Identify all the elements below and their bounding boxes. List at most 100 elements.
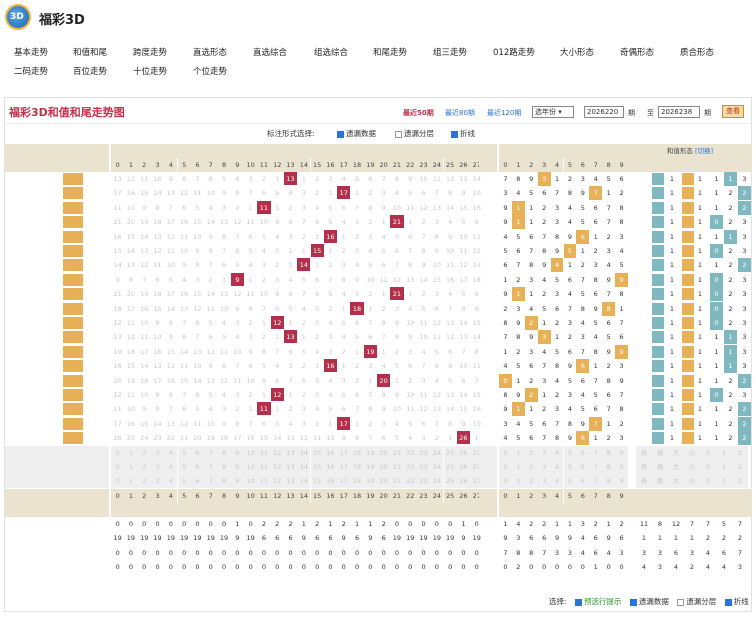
preview-shape-cell[interactable]: 大 xyxy=(668,445,684,460)
preview-sum-cell[interactable]: 8 xyxy=(217,445,231,460)
preview-sum-cell[interactable]: 21 xyxy=(390,460,404,474)
preview-sum-cell[interactable]: 2 xyxy=(137,460,151,474)
preview-sum-cell[interactable]: 12 xyxy=(270,474,284,489)
preview-tail-cell[interactable]: 5 xyxy=(563,460,577,474)
preview-shape-cell[interactable]: 奇 xyxy=(636,474,652,489)
nav-item-13[interactable]: 百位走势 xyxy=(73,65,107,77)
preview-sum-cell[interactable]: 14 xyxy=(297,445,311,460)
preview-sum-cell[interactable]: 2 xyxy=(137,474,151,489)
preview-sum-cell[interactable]: 5 xyxy=(177,445,191,460)
preview-sum-cell[interactable]: 9 xyxy=(230,445,244,460)
preview-sum-cell[interactable]: 19 xyxy=(363,445,377,460)
preview-shape-cell[interactable]: 0 xyxy=(700,460,716,474)
preview-sum-cell[interactable]: 14 xyxy=(297,474,311,489)
preview-sum-cell[interactable]: 6 xyxy=(190,445,205,460)
nav-item-4[interactable]: 直选综合 xyxy=(253,46,287,58)
footer-option-line[interactable]: 折线 xyxy=(734,597,749,606)
preview-sum-cell[interactable]: 17 xyxy=(337,460,351,474)
preview-shape-cell[interactable]: 小 xyxy=(684,445,700,460)
preview-row-label[interactable] xyxy=(5,474,109,489)
preview-sum-cell[interactable]: 8 xyxy=(217,474,231,489)
preview-sum-cell[interactable]: 5 xyxy=(177,460,191,474)
preview-row-label[interactable] xyxy=(5,445,109,460)
to-issue-input[interactable]: 2026238 xyxy=(658,106,700,118)
preview-shape-cell[interactable]: 1 xyxy=(716,460,732,474)
preview-tail-cell[interactable]: 1 xyxy=(511,445,525,460)
preview-shape-cell[interactable]: 0 xyxy=(700,445,716,460)
preview-shape-cell[interactable]: 2 xyxy=(732,460,748,474)
preview-sum-cell[interactable]: 25 xyxy=(443,474,457,489)
preview-sum-cell[interactable]: 3 xyxy=(150,460,165,474)
year-select[interactable]: 选年份 ▾ xyxy=(532,106,574,118)
nav-item-10[interactable]: 奇偶形态 xyxy=(620,46,654,58)
preview-tail-cell[interactable]: 2 xyxy=(524,445,538,460)
nav-item-11[interactable]: 质合形态 xyxy=(680,46,714,58)
preview-shape-cell[interactable]: 1 xyxy=(716,445,732,460)
preview-shape-cell[interactable]: 小 xyxy=(684,460,700,474)
recent-80-link[interactable]: 最近80期 xyxy=(445,108,475,118)
preview-sum-cell[interactable]: 15 xyxy=(310,474,324,489)
preview-sum-cell[interactable]: 19 xyxy=(363,460,377,474)
preview-shape-cell[interactable]: 奇 xyxy=(636,445,652,460)
preview-sum-cell[interactable]: 3 xyxy=(150,474,165,489)
preview-sum-cell[interactable]: 14 xyxy=(297,460,311,474)
preview-sum-cell[interactable]: 3 xyxy=(150,445,165,460)
preview-sum-cell[interactable]: 15 xyxy=(310,460,324,474)
preview-shape-cell[interactable]: 奇 xyxy=(636,460,652,474)
preview-sum-cell[interactable]: 10 xyxy=(244,460,258,474)
preview-shape-cell[interactable]: 1 xyxy=(716,474,732,489)
preview-tail-cell[interactable]: 0 xyxy=(499,445,512,460)
preview-sum-cell[interactable]: 19 xyxy=(363,474,377,489)
checkbox-empty-icon[interactable] xyxy=(395,130,402,138)
preview-sum-cell[interactable]: 23 xyxy=(416,460,431,474)
preview-tail-cell[interactable]: 4 xyxy=(550,460,564,474)
preview-tail-cell[interactable]: 0 xyxy=(499,460,512,474)
preview-sum-cell[interactable]: 13 xyxy=(283,460,298,474)
nav-item-15[interactable]: 个位走势 xyxy=(193,65,227,77)
preview-tail-cell[interactable]: 9 xyxy=(615,474,628,489)
preview-sum-cell[interactable]: 7 xyxy=(204,445,218,460)
preview-sum-cell[interactable]: 15 xyxy=(310,445,324,460)
preview-tail-cell[interactable]: 3 xyxy=(537,460,551,474)
preview-tail-cell[interactable]: 2 xyxy=(524,460,538,474)
preview-sum-cell[interactable]: 6 xyxy=(190,474,205,489)
preview-tail-cell[interactable]: 5 xyxy=(563,474,577,489)
recent-50-link[interactable]: 最近50期 xyxy=(403,108,434,118)
preview-sum-cell[interactable]: 26 xyxy=(456,445,471,460)
preview-sum-cell[interactable]: 24 xyxy=(430,460,444,474)
checkbox-checked-icon[interactable] xyxy=(724,598,732,606)
preview-tail-cell[interactable]: 1 xyxy=(511,460,525,474)
preview-sum-cell[interactable]: 11 xyxy=(257,474,271,489)
preview-sum-cell[interactable]: 21 xyxy=(390,474,404,489)
preview-sum-cell[interactable]: 6 xyxy=(190,460,205,474)
preview-sum-cell[interactable]: 4 xyxy=(164,474,178,489)
preview-tail-cell[interactable]: 9 xyxy=(615,460,628,474)
preview-sum-cell[interactable]: 5 xyxy=(177,474,191,489)
preview-tail-cell[interactable]: 9 xyxy=(615,445,628,460)
option-missing-data[interactable]: 遗漏数据 xyxy=(331,128,376,139)
preview-sum-cell[interactable]: 22 xyxy=(403,460,417,474)
preview-tail-cell[interactable]: 8 xyxy=(602,460,616,474)
footer-option-layer[interactable]: 遗漏分层 xyxy=(686,597,716,606)
preview-shape-cell[interactable]: 大 xyxy=(668,474,684,489)
preview-shape-cell[interactable]: 0 xyxy=(700,474,716,489)
preview-sum-cell[interactable]: 21 xyxy=(390,445,404,460)
preview-sum-cell[interactable]: 11 xyxy=(257,445,271,460)
preview-sum-cell[interactable]: 10 xyxy=(244,445,258,460)
preview-sum-cell[interactable]: 20 xyxy=(377,460,391,474)
preview-tail-cell[interactable]: 7 xyxy=(589,445,603,460)
preview-sum-cell[interactable]: 16 xyxy=(323,445,338,460)
preview-tail-cell[interactable]: 8 xyxy=(602,474,616,489)
preview-sum-cell[interactable]: 1 xyxy=(124,445,138,460)
nav-item-1[interactable]: 和值和尾 xyxy=(73,46,107,58)
nav-item-2[interactable]: 跨度走势 xyxy=(133,46,167,58)
preview-sum-cell[interactable]: 26 xyxy=(456,474,471,489)
query-button[interactable]: 查看 xyxy=(722,105,744,118)
preview-sum-cell[interactable]: 0 xyxy=(111,445,125,460)
preview-sum-cell[interactable]: 0 xyxy=(111,460,125,474)
nav-item-6[interactable]: 和尾走势 xyxy=(373,46,407,58)
preview-sum-cell[interactable]: 9 xyxy=(230,474,244,489)
recent-120-link[interactable]: 最近120期 xyxy=(487,108,521,118)
preview-shape-cell[interactable]: 大 xyxy=(668,460,684,474)
preview-sum-cell[interactable]: 24 xyxy=(430,474,444,489)
